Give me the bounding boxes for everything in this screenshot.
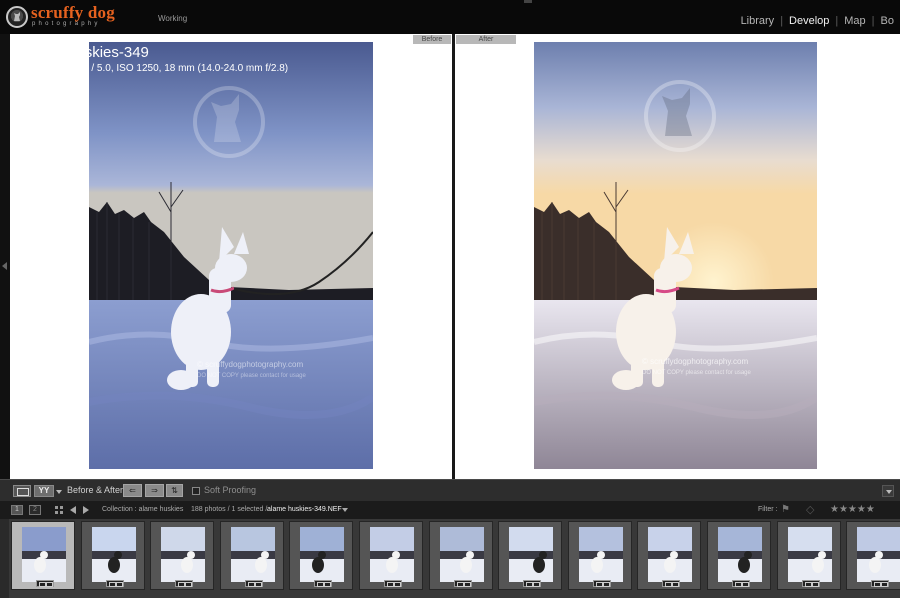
thumbnail-image [370,527,414,582]
filmstrip-thumbnail[interactable] [359,521,423,590]
filmstrip-left-edge [0,519,9,598]
edit-badge-icon [802,580,820,587]
dog-logo-icon [6,6,28,28]
edit-badge-icon [454,580,472,587]
after-photo[interactable]: © scruffydogphotography.com DO NOT COPY … [534,42,817,469]
edit-badge-icon [523,580,541,587]
thumbnail-image [231,527,275,582]
module-map[interactable]: Map [838,15,871,27]
logo-title: scruffy dog [31,3,115,22]
swap-before-after-button[interactable]: ⇅ [166,484,183,497]
loupe-view-button[interactable] [13,485,31,497]
thumbnail-image [648,527,692,582]
before-tag: Before [413,35,451,44]
compare-view: Before © scruffydogphotography.com DO NO… [0,34,900,479]
left-panel-toggle[interactable] [0,34,10,479]
edit-badge-icon [732,580,750,587]
filmstrip-header: 1 2 Collection : alame huskies 188 photo… [0,501,900,519]
edit-badge-icon [245,580,263,587]
back-arrow-icon[interactable] [70,506,76,514]
expand-left-icon [2,262,7,270]
toolbar: YY Before & After : ⇐ ⇒ ⇅ Soft Proofing [0,479,900,501]
filename-dropdown-icon[interactable] [342,508,348,512]
edit-badge-icon [871,580,889,587]
secondary-screen-button[interactable]: 2 [29,505,41,515]
filmstrip-thumbnail[interactable] [81,521,145,590]
before-pane[interactable]: Before © scruffydogphotography.com DO NO… [10,34,452,479]
edit-badge-icon [662,580,680,587]
filmstrip-thumbnail[interactable] [777,521,841,590]
copy-before-to-after-button[interactable]: ⇒ [145,484,164,497]
thumbnail-image [440,527,484,582]
thumbnail-image [718,527,762,582]
thumbnail-image [857,527,900,582]
view-mode-dropdown-icon[interactable] [56,490,62,494]
top-bar: scruffy dog photography Working Library … [0,0,900,34]
top-panel-handle[interactable] [524,0,532,3]
thumbnail-image [161,527,205,582]
grid-view-icon[interactable] [55,506,63,514]
pick-flag-filter-icon[interactable]: ⚑ [781,504,790,515]
filmstrip-thumbnail[interactable] [220,521,284,590]
filmstrip-thumbnail[interactable] [846,521,900,590]
module-picker: Library | Develop | Map | Bo [735,14,900,28]
after-pane[interactable]: After © scruffydogphotography.com DO NOT… [455,34,900,479]
copy-after-to-before-button[interactable]: ⇐ [123,484,142,497]
filmstrip-thumbnail[interactable] [150,521,214,590]
logo-subtitle: photography [32,21,101,27]
filmstrip-thumbnail[interactable] [707,521,771,590]
collection-label[interactable]: Collection : alame huskies [102,506,183,513]
after-tag: After [456,35,516,44]
svg-text:DO NOT COPY please contact f: DO NOT COPY please contact for usage [642,370,751,376]
soft-proofing-label: Soft Proofing [204,485,257,495]
filmstrip-thumbnail[interactable] [289,521,353,590]
filmstrip-thumbnail[interactable] [637,521,701,590]
toolbar-content-dropdown[interactable] [882,485,894,497]
thumbnail-image [300,527,344,582]
edit-badge-icon [314,580,332,587]
edit-badge-icon [175,580,193,587]
filmstrip-thumbnail[interactable] [568,521,632,590]
filmstrip-thumbnail[interactable] [11,521,75,590]
svg-text:© scruffydogphotography.com: © scruffydogphotography.com [197,360,303,369]
filmstrip-thumbnail[interactable] [498,521,562,590]
edit-badge-icon [384,580,402,587]
filter-label: Filter : [758,506,778,513]
thumbnail-image [92,527,136,582]
thumbnail-image [509,527,553,582]
thumbnail-image [22,527,66,582]
filmstrip [0,519,900,598]
status-text: Working [158,14,188,23]
before-after-view-button[interactable]: YY [34,485,54,497]
reject-flag-filter-icon[interactable]: ◇ [806,503,814,516]
svg-text:© scruffydogphotography.com: © scruffydogphotography.com [642,357,748,366]
edit-badge-icon [593,580,611,587]
soft-proofing-checkbox[interactable] [192,487,200,495]
rating-filter[interactable]: ★★★★★ [830,504,875,515]
exposure-info: 1/1250 sec at f / 5.0, ISO 1250, 18 mm (… [23,63,289,74]
module-library[interactable]: Library [735,15,781,27]
camera-info: NIKON D3S [23,76,77,87]
photo-title: alame huskies-349 [23,44,149,61]
thumbnail-image [579,527,623,582]
photo-count: 188 photos / 1 selected / [191,506,268,513]
selected-filename[interactable]: alame huskies-349.NEF [267,506,342,513]
edit-badge-icon [36,580,54,587]
module-book[interactable]: Bo [875,15,900,27]
forward-arrow-icon[interactable] [83,506,89,514]
main-screen-button[interactable]: 1 [11,505,23,515]
before-photo[interactable]: © scruffydogphotography.com DO NOT COPY … [89,42,373,469]
edit-badge-icon [106,580,124,587]
before-after-label: Before & After : [67,485,129,495]
module-develop[interactable]: Develop [783,15,835,27]
filmstrip-thumbnail[interactable] [429,521,493,590]
svg-text:DO NOT COPY please contact f: DO NOT COPY please contact for usage [197,373,306,379]
thumbnail-image [788,527,832,582]
